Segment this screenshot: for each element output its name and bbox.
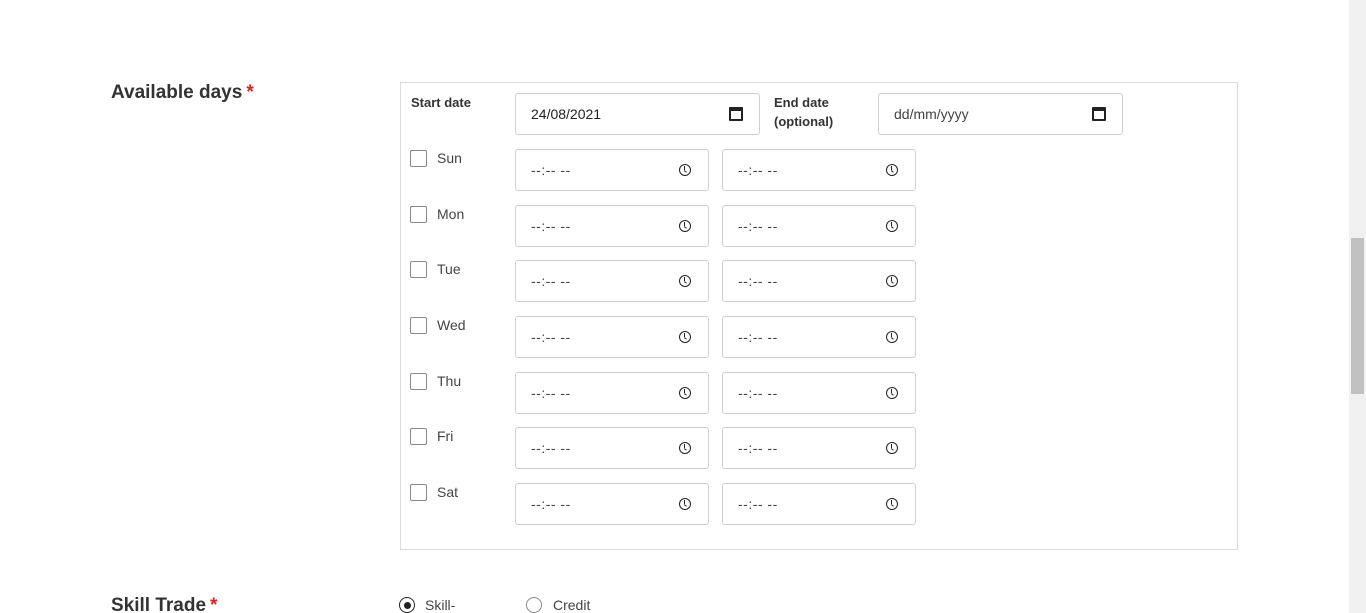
clock-icon[interactable] (678, 219, 692, 233)
clock-icon[interactable] (678, 497, 692, 511)
sat-label[interactable]: Sat (437, 484, 458, 500)
thu-start-time-input[interactable]: --:-- -- (515, 372, 709, 414)
vertical-scrollbar[interactable] (1349, 0, 1366, 613)
clock-icon[interactable] (885, 274, 899, 288)
clock-icon[interactable] (678, 441, 692, 455)
scrollbar-thumb[interactable] (1351, 238, 1364, 394)
wed-start-time-input[interactable]: --:-- -- (515, 316, 709, 358)
sun-end-time-input[interactable]: --:-- -- (722, 149, 916, 191)
sun-label[interactable]: Sun (437, 150, 462, 166)
tue-label[interactable]: Tue (437, 261, 461, 277)
thu-label[interactable]: Thu (437, 373, 461, 389)
fri-checkbox[interactable] (410, 428, 427, 445)
mon-start-time-input[interactable]: --:-- -- (515, 205, 709, 247)
clock-icon[interactable] (678, 163, 692, 177)
clock-icon[interactable] (678, 330, 692, 344)
clock-icon[interactable] (885, 497, 899, 511)
fri-end-time-input[interactable]: --:-- -- (722, 427, 916, 469)
available-days-label: Available days (111, 82, 243, 103)
end-date-label-line1: End date (774, 95, 829, 110)
sat-end-time-input[interactable]: --:-- -- (722, 483, 916, 525)
thu-checkbox[interactable] (410, 373, 427, 390)
clock-icon[interactable] (885, 386, 899, 400)
calendar-icon[interactable] (729, 107, 743, 121)
wed-checkbox[interactable] (410, 317, 427, 334)
sat-start-time-input[interactable]: --:-- -- (515, 483, 709, 525)
start-date-value: 24/08/2021 (531, 106, 602, 122)
wed-end-time-input[interactable]: --:-- -- (722, 316, 916, 358)
tue-checkbox[interactable] (410, 261, 427, 278)
end-date-input[interactable]: dd/mm/yyyy (878, 93, 1123, 135)
start-date-label: Start date (411, 95, 471, 110)
end-date-placeholder: dd/mm/yyyy (894, 106, 969, 122)
end-date-label: End date (optional) (774, 93, 833, 131)
fri-label[interactable]: Fri (437, 428, 453, 444)
fri-start-time-input[interactable]: --:-- -- (515, 427, 709, 469)
sat-checkbox[interactable] (410, 484, 427, 501)
tue-start-time-input[interactable]: --:-- -- (515, 260, 709, 302)
credit-radio[interactable] (526, 597, 542, 613)
skill-trade-title: Skill Trade * (111, 595, 217, 613)
calendar-icon[interactable] (1092, 107, 1106, 121)
mon-checkbox[interactable] (410, 206, 427, 223)
available-days-title: Available days * (111, 82, 254, 104)
end-date-label-line2: (optional) (774, 114, 834, 129)
clock-icon[interactable] (885, 219, 899, 233)
start-date-input[interactable]: 24/08/2021 (515, 93, 760, 135)
sun-start-time-input[interactable]: --:-- -- (515, 149, 709, 191)
wed-label[interactable]: Wed (437, 317, 466, 333)
mon-label[interactable]: Mon (437, 206, 464, 222)
page: Available days * Start date 24/08/2021 En… (0, 0, 1366, 613)
thu-end-time-input[interactable]: --:-- -- (722, 372, 916, 414)
clock-icon[interactable] (678, 386, 692, 400)
sun-checkbox[interactable] (410, 150, 427, 167)
skill-exchange-radio[interactable] (399, 597, 415, 613)
tue-end-time-input[interactable]: --:-- -- (722, 260, 916, 302)
required-mark: * (210, 595, 218, 613)
credit-label[interactable]: Credit (553, 597, 590, 613)
skill-exchange-label[interactable]: Skill-exchange (425, 597, 486, 613)
clock-icon[interactable] (678, 274, 692, 288)
clock-icon[interactable] (885, 163, 899, 177)
mon-end-time-input[interactable]: --:-- -- (722, 205, 916, 247)
skill-trade-label: Skill Trade (111, 595, 207, 613)
clock-icon[interactable] (885, 330, 899, 344)
required-mark: * (246, 82, 254, 103)
clock-icon[interactable] (885, 441, 899, 455)
